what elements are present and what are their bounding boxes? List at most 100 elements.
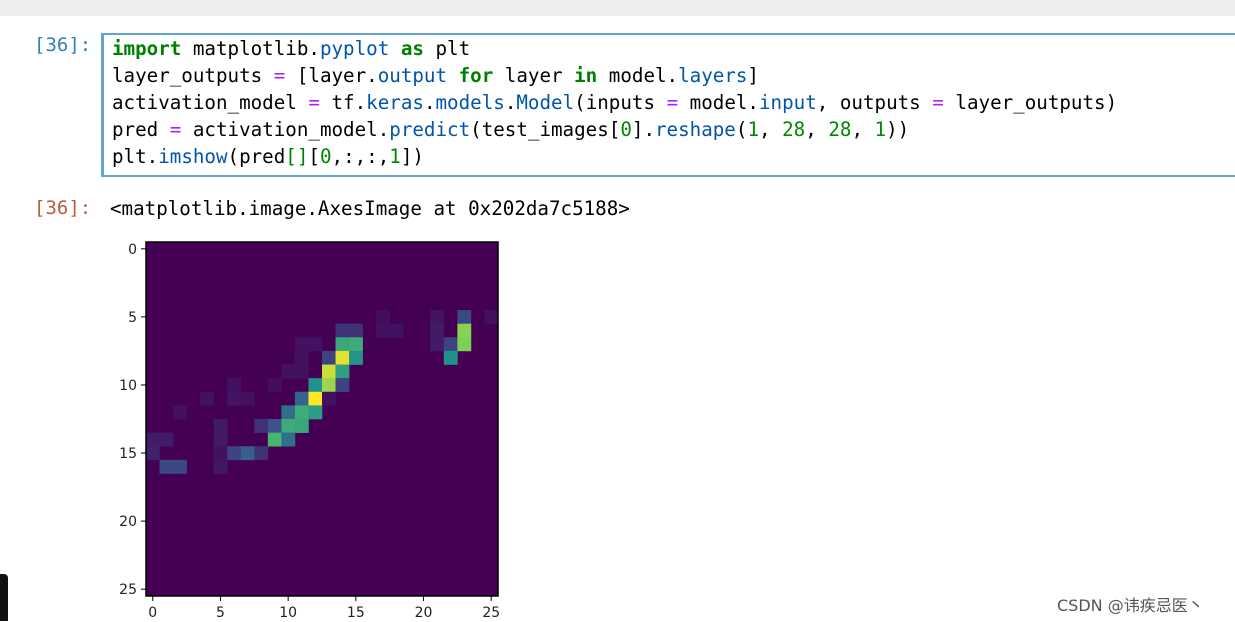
code-token: imshow	[158, 145, 228, 168]
code-token: ,	[805, 118, 829, 141]
heatmap-cell	[267, 378, 282, 393]
heatmap-cell	[457, 310, 472, 324]
code-token: ,:,:,	[331, 145, 390, 168]
code-token: (pred	[227, 145, 286, 168]
code-token: []	[285, 145, 309, 168]
code-token: ].	[631, 118, 655, 141]
heatmap-cell	[376, 310, 390, 324]
y-tick-label: 20	[119, 514, 137, 530]
top-toolbar-strip	[0, 0, 1235, 16]
window-edge	[0, 574, 8, 621]
code-token: plt	[423, 37, 471, 60]
y-tick-label: 0	[128, 242, 137, 258]
code-line[interactable]: plt.imshow(pred[][0,:,:,1])	[112, 143, 1117, 170]
heatmap-cell	[281, 364, 296, 379]
heatmap-cell	[335, 350, 350, 365]
heatmap-cell	[322, 391, 336, 406]
heatmap-cell	[227, 446, 242, 461]
code-token: =	[273, 64, 286, 87]
heatmap-cell	[200, 391, 214, 406]
heatmap-cell	[294, 350, 309, 365]
code-token: keras	[366, 91, 424, 114]
heatmap-cell	[213, 459, 228, 474]
y-tick-label: 5	[128, 310, 137, 326]
heatmap-cell	[281, 405, 296, 420]
heatmap-cell	[146, 446, 160, 461]
heatmap-cell	[335, 364, 350, 379]
code-cell-editor[interactable]: import matplotlib.pyplot as plt layer_out…	[101, 33, 1235, 177]
heatmap-cell	[308, 337, 323, 352]
heatmap-cell	[213, 446, 228, 461]
heatmap-cell	[146, 432, 160, 447]
heatmap-cell	[389, 323, 404, 338]
code-token: [	[308, 145, 320, 168]
code-token: pyplot	[319, 37, 390, 60]
x-tick-label: 10	[279, 605, 297, 621]
input-prompt: [36]:	[34, 34, 92, 56]
heatmap-cell	[267, 419, 282, 433]
heatmap-cell	[335, 378, 350, 393]
heatmap-cell	[457, 323, 472, 338]
x-tick-label: 0	[148, 605, 157, 621]
code-token: model.	[678, 91, 759, 114]
code-token: 0	[620, 118, 632, 141]
heatmap-cell	[267, 432, 282, 447]
heatmap-cell	[349, 350, 363, 365]
heatmap-cell	[308, 405, 323, 420]
code-token: ))	[886, 118, 910, 141]
heatmap-cell	[430, 323, 445, 338]
heatmap-cell	[240, 391, 255, 406]
code-token: 28	[782, 118, 806, 141]
output-text: <matplotlib.image.AxesImage at 0x202da7c…	[110, 197, 630, 220]
code-token: .	[423, 91, 436, 114]
heatmap-cell	[294, 364, 309, 379]
y-tick-label: 25	[119, 582, 137, 598]
code-token: (	[735, 118, 748, 141]
y-tick-label: 15	[119, 446, 137, 462]
x-tick-label: 15	[347, 605, 365, 621]
heatmap-cell	[294, 337, 309, 352]
code-token: layer	[493, 64, 575, 87]
code-token: ,	[759, 118, 783, 141]
heatmap-cell	[457, 337, 472, 352]
code-token: layers	[678, 64, 748, 87]
code-token: predict	[389, 118, 471, 141]
heatmap-cell	[322, 350, 336, 365]
code-token: (inputs	[574, 91, 667, 114]
code-line[interactable]: import matplotlib.pyplot as plt	[112, 35, 1117, 62]
code-token: , outputs	[816, 91, 933, 114]
code-editor-content[interactable]: import matplotlib.pyplot as plt layer_out…	[112, 35, 1117, 170]
heatmap-cell	[322, 378, 336, 393]
code-token: models	[435, 91, 505, 114]
heatmap-cell	[213, 432, 228, 447]
code-line[interactable]: layer_outputs = [layer.output for layer …	[112, 62, 1117, 89]
heatmap-cell	[240, 446, 255, 461]
code-line[interactable]: pred = activation_model.predict(test_ima…	[112, 116, 1117, 143]
code-token: =	[932, 91, 944, 114]
code-token: [layer.	[285, 64, 378, 87]
code-token: tf.	[319, 91, 367, 114]
output-prompt: [36]:	[34, 197, 92, 219]
heatmap-cell	[159, 459, 174, 474]
code-token: activation_model	[112, 91, 309, 114]
heatmap-cell	[322, 364, 336, 379]
code-token: .	[504, 91, 517, 114]
code-token: 0	[319, 145, 332, 168]
code-token: layer_outputs)	[943, 91, 1118, 114]
code-token: model.	[597, 64, 679, 87]
heatmap-cell	[254, 446, 269, 461]
code-token: 1	[747, 118, 759, 141]
heatmap-cell	[294, 405, 309, 420]
heatmap-cell	[294, 391, 309, 406]
heatmap-cell	[213, 419, 228, 433]
code-token: ])	[400, 145, 424, 168]
code-line[interactable]: activation_model = tf.keras.models.Model…	[112, 89, 1117, 116]
code-token: ]	[747, 64, 759, 87]
code-token: ,	[851, 118, 875, 141]
heatmap-cell	[294, 419, 309, 433]
heatmap-cell	[376, 323, 390, 338]
code-token: output	[377, 64, 448, 87]
code-token: import	[112, 37, 182, 60]
